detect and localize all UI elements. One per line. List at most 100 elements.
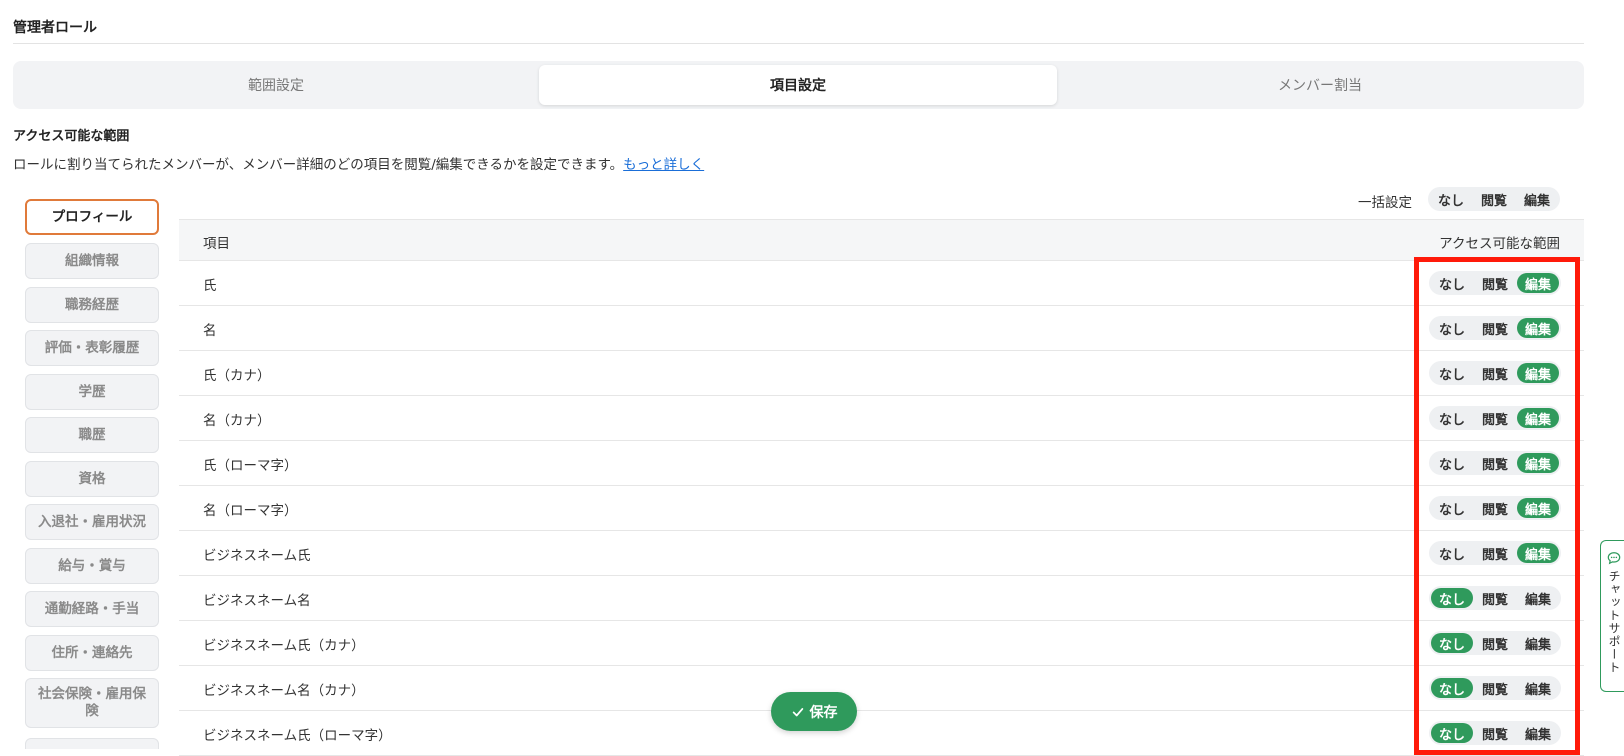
table-row: 名 なし 閲覧 編集 — [179, 306, 1584, 351]
field-access-table: 項目 アクセス可能な範囲 氏なし 閲覧 編集名なし 閲覧 編集 氏（カナ） なし 閲覧 編集 名（… — [179, 219, 1584, 756]
access-toggle: なし 閲覧 編集 — [1429, 721, 1561, 745]
access-option-view[interactable]: 閲覧 — [1474, 723, 1516, 743]
access-option-view[interactable]: 閲覧 — [1474, 588, 1516, 608]
table-row: 氏（ローマ字） なし 閲覧 編集 — [179, 441, 1584, 486]
chat-bubble-icon — [1607, 552, 1621, 565]
sidebar-item[interactable]: 職歴 — [25, 417, 159, 453]
table-row: 名（ローマ字） なし 閲覧 編集 — [179, 486, 1584, 531]
column-header-scope: アクセス可能な範囲 — [1439, 236, 1560, 252]
access-option-view[interactable]: 閲覧 — [1474, 363, 1516, 383]
access-option-view[interactable]: 閲覧 — [1474, 633, 1516, 653]
access-option-edit[interactable]: 編集 — [1517, 723, 1559, 743]
save-button-label: 保存 — [809, 704, 838, 721]
access-option-none[interactable]: なし — [1431, 363, 1473, 383]
access-option-none[interactable]: なし — [1431, 318, 1473, 338]
access-option-none[interactable]: なし — [1431, 633, 1473, 653]
learn-more-link[interactable]: もっと詳しく — [623, 157, 704, 173]
tab-member-assignment[interactable]: メンバー割当 — [1061, 65, 1579, 105]
access-option-view[interactable]: 閲覧 — [1474, 408, 1516, 428]
access-toggle: なし 閲覧 編集 — [1429, 406, 1561, 430]
sidebar-item[interactable]: 住所・連絡先 — [25, 635, 159, 671]
bulk-setting-toggle: なし 閲覧 編集 — [1428, 187, 1560, 211]
column-header-item: 項目 — [203, 236, 230, 252]
table-row: 名（カナ） なし 閲覧 編集 — [179, 396, 1584, 441]
access-option-edit[interactable]: 編集 — [1517, 543, 1559, 563]
access-toggle: なし 閲覧 編集 — [1429, 496, 1561, 520]
access-option-view[interactable]: 閲覧 — [1474, 453, 1516, 473]
row-label: ビジネスネーム名 — [203, 593, 311, 609]
table-row: ビジネスネーム氏 なし 閲覧 編集 — [179, 531, 1584, 576]
access-option-view[interactable]: 閲覧 — [1474, 498, 1516, 518]
table-header: 項目 アクセス可能な範囲 — [179, 219, 1584, 261]
access-option-none[interactable]: なし — [1431, 588, 1473, 608]
page-title: 管理者ロール — [13, 20, 97, 36]
sidebar-item-partial[interactable] — [25, 738, 159, 749]
tab-bar: 範囲設定 項目設定 メンバー割当 — [13, 61, 1584, 109]
row-label: 名（ローマ字） — [203, 503, 298, 519]
access-toggle: なし 閲覧 編集 — [1429, 271, 1561, 295]
row-label: ビジネスネーム氏（カナ） — [203, 638, 365, 654]
access-toggle: なし 閲覧 編集 — [1429, 451, 1561, 475]
sidebar-item[interactable]: 社会保険・雇用保険 — [25, 678, 159, 728]
access-option-none[interactable]: なし — [1431, 543, 1473, 563]
row-label: 氏（カナ） — [203, 368, 271, 384]
row-label: ビジネスネーム名（カナ） — [203, 683, 365, 699]
category-sidebar: プロフィール 組織情報職務経歴評価・表彰履歴 学歴職歴資格入退社・雇用状況 給与・賞与… — [25, 199, 159, 749]
table-row: 氏 なし 閲覧 編集 — [179, 261, 1584, 306]
save-button[interactable]: 保存 — [771, 692, 857, 731]
access-option-edit[interactable]: 編集 — [1517, 588, 1559, 608]
access-toggle: なし 閲覧 編集 — [1429, 586, 1561, 610]
bulk-option-none[interactable]: なし — [1430, 189, 1472, 209]
access-option-view[interactable]: 閲覧 — [1474, 543, 1516, 563]
access-toggle: なし 閲覧 編集 — [1429, 361, 1561, 385]
access-option-none[interactable]: なし — [1431, 723, 1473, 743]
bulk-setting-label: 一括設定 — [1358, 195, 1412, 211]
access-option-none[interactable]: なし — [1431, 453, 1473, 473]
access-option-edit[interactable]: 編集 — [1517, 318, 1559, 338]
access-option-edit[interactable]: 編集 — [1517, 498, 1559, 518]
access-option-view[interactable]: 閲覧 — [1474, 273, 1516, 293]
section-description: ロールに割り当てられたメンバーが、メンバー詳細のどの項目を閲覧/編集できるかを設… — [13, 153, 704, 173]
access-option-edit[interactable]: 編集 — [1517, 633, 1559, 653]
sidebar-item[interactable]: 入退社・雇用状況 — [25, 504, 159, 540]
sidebar-item[interactable]: プロフィール — [25, 199, 159, 235]
access-option-edit[interactable]: 編集 — [1517, 678, 1559, 698]
access-option-none[interactable]: なし — [1431, 498, 1473, 518]
sidebar-item[interactable]: 職務経歴 — [25, 287, 159, 323]
row-label: 名（カナ） — [203, 413, 271, 429]
chat-support-label: チャットサポート — [1607, 570, 1621, 674]
sidebar-item[interactable]: 給与・賞与 — [25, 548, 159, 584]
bulk-option-edit[interactable]: 編集 — [1516, 189, 1558, 209]
table-row: ビジネスネーム名（カナ） なし 閲覧 編集 — [179, 666, 1584, 711]
access-option-view[interactable]: 閲覧 — [1474, 678, 1516, 698]
access-option-edit[interactable]: 編集 — [1517, 453, 1559, 473]
sidebar-item[interactable]: 学歴 — [25, 374, 159, 410]
access-option-edit[interactable]: 編集 — [1517, 408, 1559, 428]
sidebar-item[interactable]: 資格 — [25, 461, 159, 497]
access-toggle: なし 閲覧 編集 — [1429, 631, 1561, 655]
table-row: ビジネスネーム名 なし 閲覧 編集 — [179, 576, 1584, 621]
bulk-option-view[interactable]: 閲覧 — [1473, 189, 1515, 209]
row-label: 名 — [203, 323, 217, 339]
table-row: ビジネスネーム氏（ローマ字） なし 閲覧 編集 — [179, 711, 1584, 756]
table-row: 氏（カナ） なし 閲覧 編集 — [179, 351, 1584, 396]
access-option-none[interactable]: なし — [1431, 408, 1473, 428]
row-label: 氏（ローマ字） — [203, 458, 298, 474]
sidebar-item[interactable]: 組織情報 — [25, 243, 159, 279]
access-option-edit[interactable]: 編集 — [1517, 363, 1559, 383]
sidebar-item[interactable]: 評価・表彰履歴 — [25, 330, 159, 366]
row-label: ビジネスネーム氏 — [203, 548, 311, 564]
access-option-none[interactable]: なし — [1431, 678, 1473, 698]
tab-item-settings[interactable]: 項目設定 — [539, 65, 1057, 105]
description-text: ロールに割り当てられたメンバーが、メンバー詳細のどの項目を閲覧/編集できるかを設… — [13, 157, 624, 173]
table-row: ビジネスネーム氏（カナ） なし 閲覧 編集 — [179, 621, 1584, 666]
title-divider — [13, 43, 1584, 44]
chat-support-tab[interactable]: チャットサポート — [1600, 540, 1624, 692]
access-toggle: なし 閲覧 編集 — [1429, 316, 1561, 340]
sidebar-item[interactable]: 通勤経路・手当 — [25, 591, 159, 627]
access-option-none[interactable]: なし — [1431, 273, 1473, 293]
tab-scope-settings[interactable]: 範囲設定 — [17, 65, 535, 105]
access-option-edit[interactable]: 編集 — [1517, 273, 1559, 293]
access-option-view[interactable]: 閲覧 — [1474, 318, 1516, 338]
row-label: 氏 — [203, 278, 217, 294]
